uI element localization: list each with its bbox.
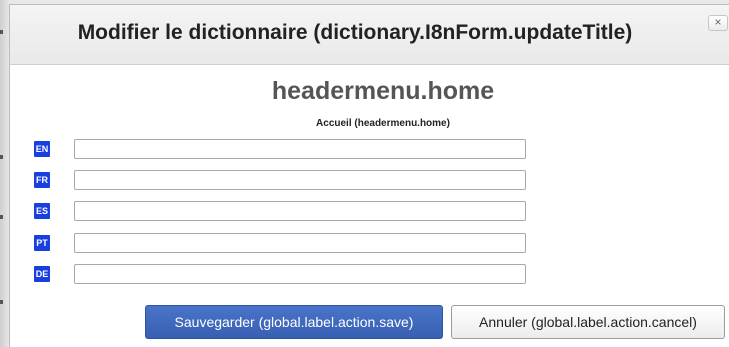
entry-subtitle: Accueil (headermenu.home) xyxy=(316,118,450,129)
language-row-pt: PT xyxy=(34,233,534,253)
dialog-title: Modifier le dictionnaire (dictionary.I8n… xyxy=(77,21,633,44)
language-row-es: ES xyxy=(34,201,534,221)
edge-marker xyxy=(0,300,3,304)
edge-marker xyxy=(0,155,3,159)
language-row-de: DE xyxy=(34,264,534,284)
background-edge xyxy=(0,0,9,347)
flag-es-icon: ES xyxy=(34,203,50,219)
close-icon[interactable]: × xyxy=(708,15,728,31)
language-row-fr: FR xyxy=(34,170,534,190)
flag-pt-icon: PT xyxy=(34,235,50,251)
edit-dictionary-dialog: Modifier le dictionnaire (dictionary.I8n… xyxy=(9,4,729,347)
flag-de-icon: DE xyxy=(34,266,50,282)
dialog-titlebar: Modifier le dictionnaire (dictionary.I8n… xyxy=(10,5,729,65)
translation-input-de[interactable] xyxy=(74,264,526,284)
language-row-en: EN xyxy=(34,139,534,159)
translation-input-fr[interactable] xyxy=(74,170,526,190)
cancel-button[interactable]: Annuler (global.label.action.cancel) xyxy=(451,305,725,339)
translation-input-es[interactable] xyxy=(74,201,526,221)
flag-fr-icon: FR xyxy=(34,172,50,188)
translation-input-en[interactable] xyxy=(74,139,526,159)
flag-en-icon: EN xyxy=(34,141,50,157)
entry-key-title: headermenu.home xyxy=(271,77,495,105)
translation-input-pt[interactable] xyxy=(74,233,526,253)
edge-marker xyxy=(0,30,3,34)
save-button[interactable]: Sauvegarder (global.label.action.save) xyxy=(145,305,443,339)
edge-marker xyxy=(0,215,3,219)
